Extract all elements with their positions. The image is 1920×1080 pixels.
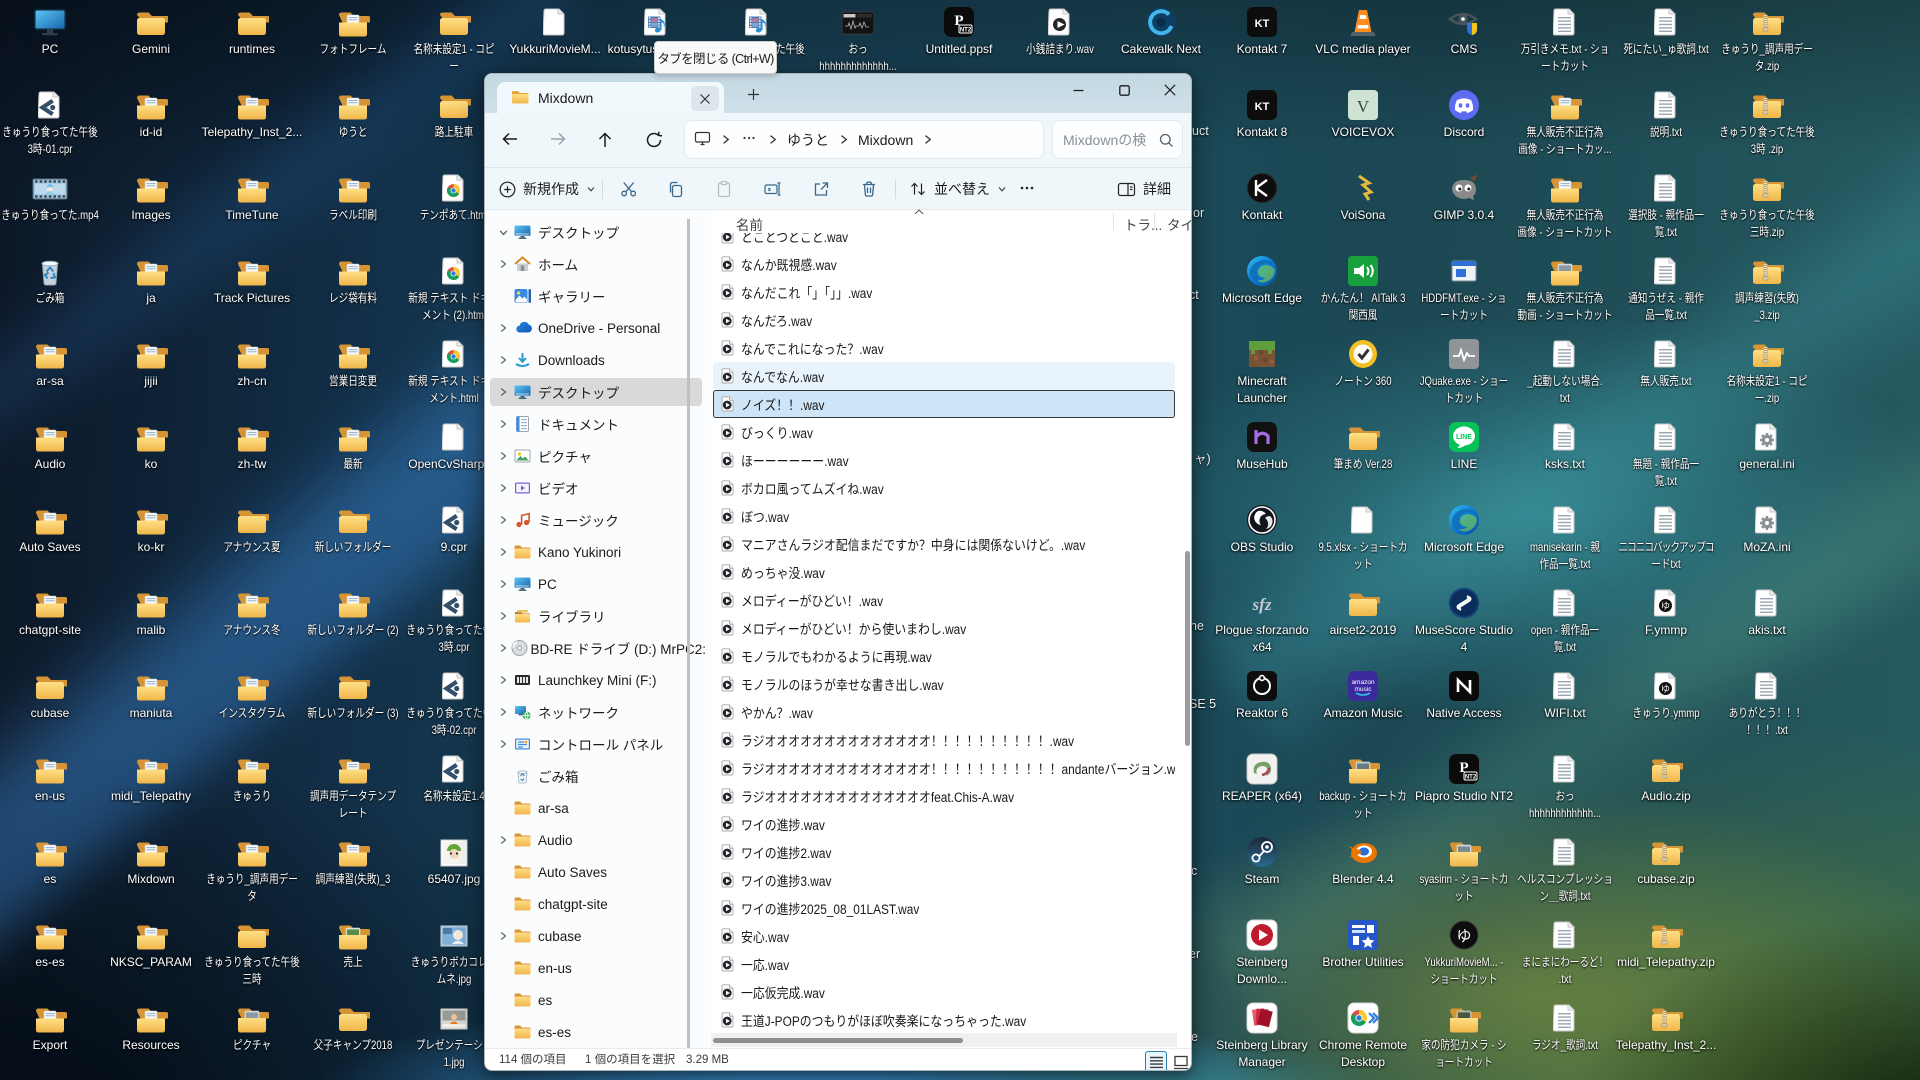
svg-text:sfz: sfz — [1252, 595, 1272, 614]
svg-text:LINE: LINE — [1456, 434, 1472, 441]
svg-text:V: V — [1357, 97, 1370, 116]
svg-text:music: music — [1355, 686, 1373, 693]
svg-text:KT: KT — [1255, 101, 1270, 113]
svg-text:ゆ: ゆ — [1456, 928, 1471, 945]
svg-text:amazon: amazon — [1351, 679, 1375, 686]
svg-text:ゆ: ゆ — [1661, 684, 1670, 694]
svg-text:NT2: NT2 — [1465, 775, 1477, 781]
svg-text:NT2: NT2 — [960, 28, 972, 34]
svg-text:ゆ: ゆ — [1661, 601, 1670, 611]
svg-text:KT: KT — [1255, 18, 1270, 30]
